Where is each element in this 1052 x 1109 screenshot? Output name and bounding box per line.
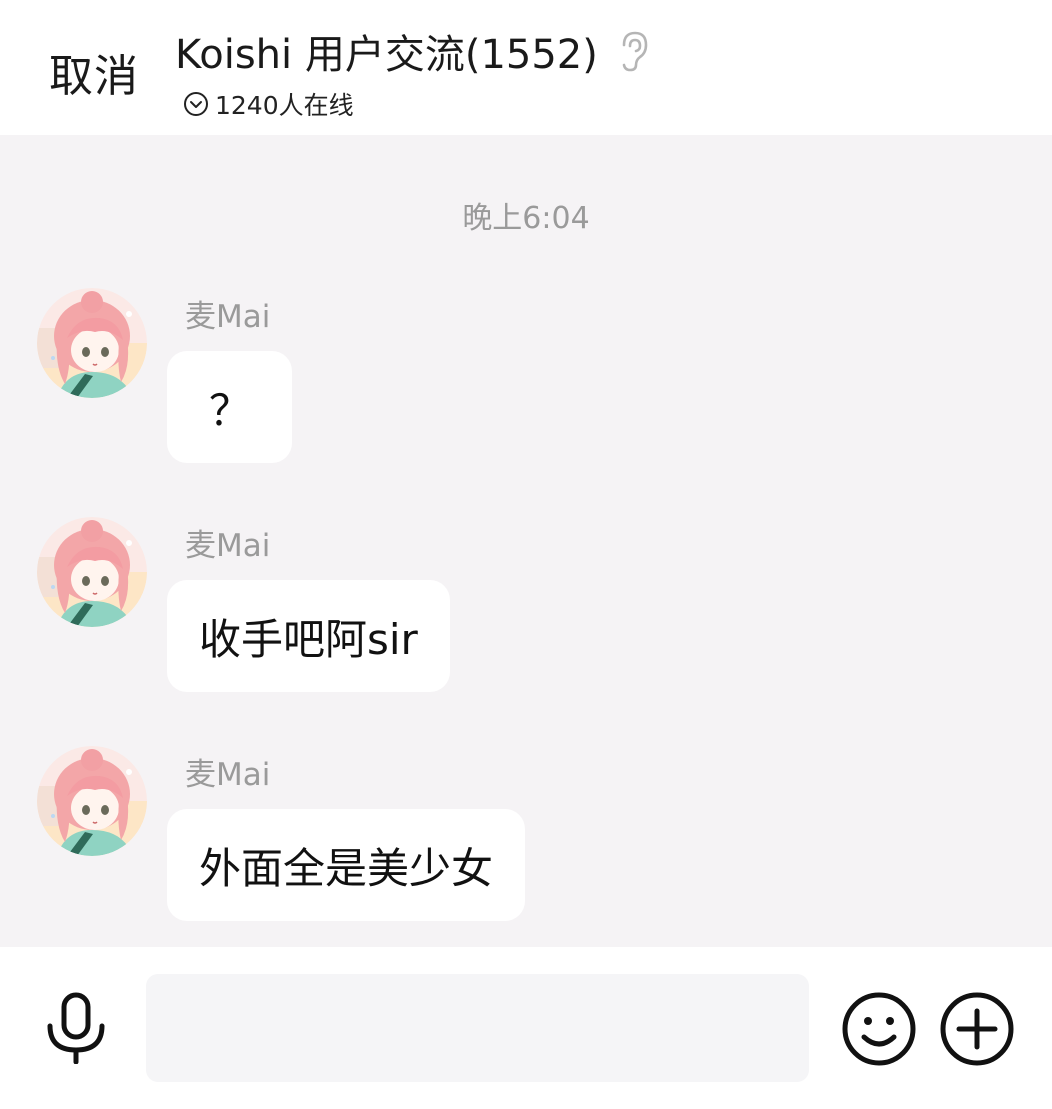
avatar[interactable]: [37, 517, 147, 627]
message-bubble[interactable]: 外面全是美少女: [167, 809, 526, 921]
online-status[interactable]: 1240人在线: [183, 86, 650, 122]
message-timestamp: 晚上6:04: [462, 201, 590, 236]
chevron-circle-icon: [184, 92, 208, 116]
title-row: Koishi 用户交流(1552): [175, 22, 650, 80]
smiley-icon[interactable]: [841, 991, 917, 1067]
message-bubble[interactable]: 收手吧阿sir: [167, 580, 450, 692]
online-count: 1240人在线: [215, 91, 354, 120]
avatar[interactable]: [37, 288, 147, 398]
plus-circle-icon[interactable]: [939, 991, 1015, 1067]
chat-header: 取消 Koishi 用户交流(1552) 1240人在线: [0, 0, 1052, 135]
sender-name[interactable]: 麦Mai: [185, 749, 270, 794]
sender-name[interactable]: 麦Mai: [185, 520, 270, 565]
message-list[interactable]: 晚上6:04 麦Mai ？ 麦Mai 收手吧阿sir 麦Mai 外面全是美少女: [0, 135, 1052, 947]
sender-name[interactable]: 麦Mai: [185, 291, 270, 336]
title-block: Koishi 用户交流(1552) 1240人在线: [175, 22, 650, 122]
cancel-button[interactable]: 取消: [49, 40, 139, 104]
microphone-icon[interactable]: [44, 992, 108, 1064]
message-input[interactable]: [146, 974, 809, 1082]
group-title[interactable]: Koishi 用户交流(1552): [175, 22, 598, 80]
ear-icon[interactable]: [614, 29, 650, 73]
avatar[interactable]: [37, 746, 147, 856]
message-bubble[interactable]: ？: [167, 351, 292, 463]
